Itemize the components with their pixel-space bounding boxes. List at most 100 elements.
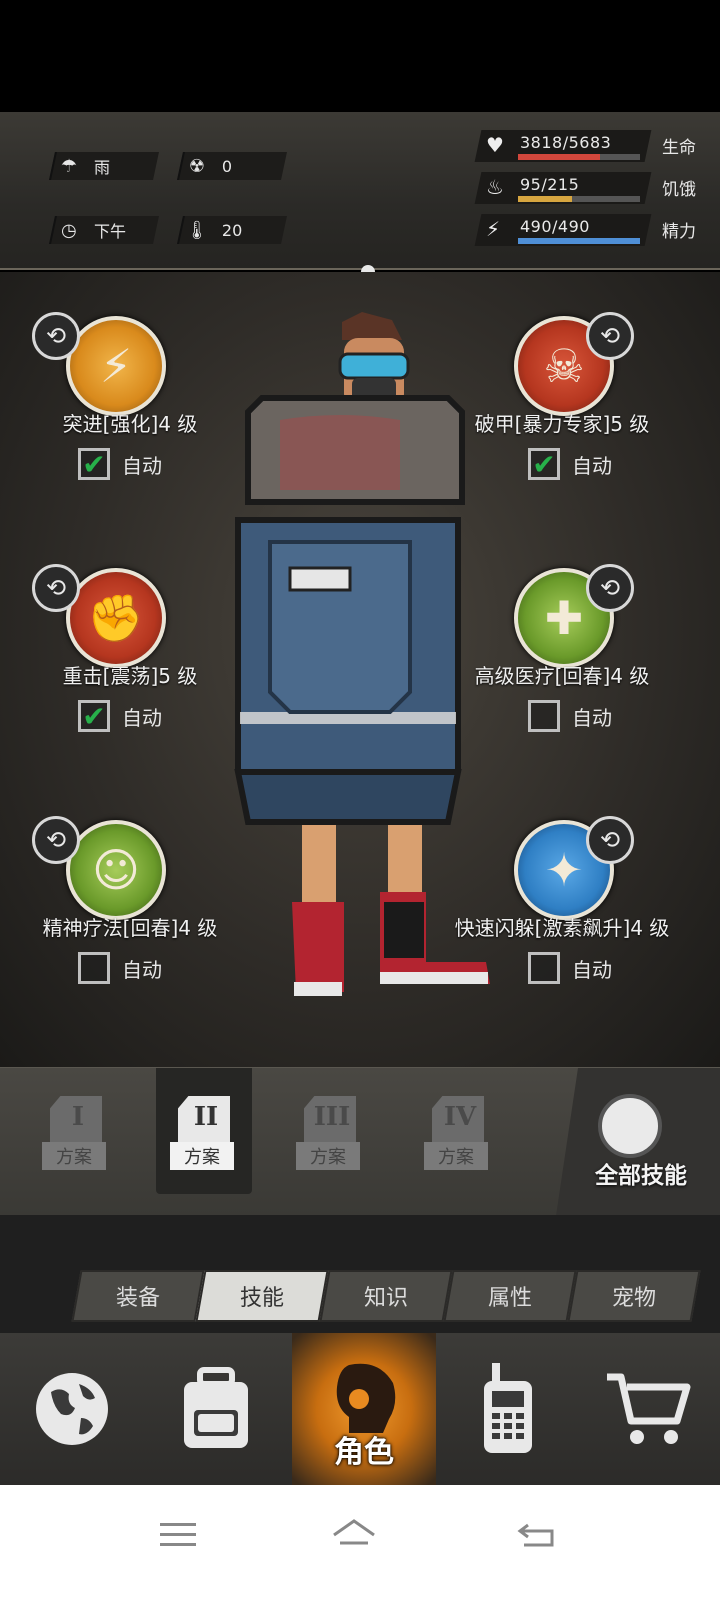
temperature-chip: 🌡 20 bbox=[177, 216, 287, 244]
energy-label: 精力 bbox=[662, 222, 696, 242]
auto-toggle[interactable]: 自动 bbox=[528, 952, 612, 984]
health-label: 生命 bbox=[662, 138, 696, 158]
home-icon[interactable] bbox=[330, 1513, 378, 1557]
tab-knowledge[interactable]: 知识 bbox=[319, 1270, 453, 1322]
swap-icon[interactable]: ⟲ bbox=[32, 816, 80, 864]
tab-label: 知识 bbox=[363, 1286, 408, 1311]
hunger-value: 95/215 bbox=[520, 175, 580, 194]
skill-armor-break[interactable]: ☠ ⟲ 破甲[暴力专家]5 级 ✔ 自动 bbox=[432, 290, 692, 520]
plan-4-button[interactable]: IV 方案 bbox=[424, 1096, 488, 1186]
auto-toggle[interactable]: ✔ 自动 bbox=[78, 448, 162, 481]
skill-plan-bar: I 方案 II 方案 III 方案 IV 方案 全部技能 bbox=[0, 1067, 720, 1216]
nav-radio[interactable] bbox=[436, 1333, 580, 1485]
nav-character[interactable]: 角色 bbox=[292, 1333, 436, 1485]
skill-heavy-strike[interactable]: ✊ ⟲ 重击[震荡]5 级 ✔ 自动 bbox=[0, 542, 260, 772]
globe-icon bbox=[36, 1373, 108, 1445]
swap-icon[interactable]: ⟲ bbox=[32, 312, 80, 360]
skill-name: 突进[强化]4 级 bbox=[62, 412, 198, 436]
plan-numeral: IV bbox=[443, 1102, 477, 1132]
clock-icon: ◷ bbox=[61, 219, 77, 241]
radiation-value: 0 bbox=[222, 156, 233, 176]
tab-pets[interactable]: 宠物 bbox=[567, 1270, 701, 1322]
tab-skills[interactable]: 技能 bbox=[195, 1270, 329, 1322]
energy-bar bbox=[518, 238, 640, 244]
plan-numeral: II bbox=[193, 1102, 219, 1132]
tab-label: 技能 bbox=[239, 1286, 284, 1311]
lightning-icon: ⚡ bbox=[486, 217, 501, 241]
skill-sprint[interactable]: ⚡ ⟲ 突进[强化]4 级 ✔ 自动 bbox=[0, 290, 260, 520]
auto-checkbox[interactable]: ✔ bbox=[78, 448, 110, 481]
bottom-navigation: 角色 bbox=[0, 1333, 720, 1485]
hunger-stat: ♨ 95/215 饥饿 bbox=[474, 172, 713, 204]
skill-name: 快速闪躲[激素飙升]4 级 bbox=[454, 916, 670, 940]
backpack-icon bbox=[184, 1367, 248, 1448]
skills-panel: ⚡ ⟲ 突进[强化]4 级 ✔ 自动 ☠ ⟲ 破甲[暴力专家]5 级 ✔ 自动 … bbox=[0, 272, 720, 1067]
skill-quick-dodge[interactable]: ✦ ⟲ 快速闪躲[激素飙升]4 级 自动 bbox=[432, 794, 692, 1024]
skill-name: 精神疗法[回春]4 级 bbox=[42, 916, 218, 940]
auto-checkbox[interactable] bbox=[528, 700, 560, 732]
menu-icon[interactable] bbox=[154, 1513, 202, 1557]
all-skills-button[interactable]: 全部技能 bbox=[556, 1068, 720, 1216]
hunger-label: 饥饿 bbox=[662, 180, 696, 200]
health-value: 3818/5683 bbox=[520, 133, 612, 152]
skill-mental-therapy[interactable]: ☺ ⟲ 精神疗法[回春]4 级 自动 bbox=[0, 794, 260, 1024]
auto-label: 自动 bbox=[572, 453, 612, 478]
plan-label: 方案 bbox=[42, 1142, 106, 1170]
auto-toggle[interactable]: 自动 bbox=[78, 952, 162, 984]
back-icon[interactable] bbox=[514, 1513, 562, 1557]
auto-label: 自动 bbox=[572, 957, 612, 982]
heavy-strike-icon: ✊ bbox=[66, 568, 166, 668]
plan-label: 方案 bbox=[424, 1142, 488, 1170]
swap-icon[interactable]: ⟲ bbox=[586, 816, 634, 864]
auto-label: 自动 bbox=[122, 705, 162, 730]
auto-checkbox[interactable]: ✔ bbox=[78, 700, 110, 733]
plan-3-button[interactable]: III 方案 bbox=[296, 1096, 360, 1186]
weather-label: 雨 bbox=[94, 158, 111, 177]
plan-numeral: III bbox=[313, 1102, 351, 1132]
health-stat: ♥ 3818/5683 生命 bbox=[474, 130, 713, 162]
swap-icon[interactable]: ⟲ bbox=[586, 312, 634, 360]
auto-toggle[interactable]: 自动 bbox=[528, 700, 612, 732]
health-bar bbox=[518, 154, 640, 160]
swap-icon[interactable]: ⟲ bbox=[32, 564, 80, 612]
radiation-chip: ☢ 0 bbox=[177, 152, 287, 180]
auto-toggle[interactable]: ✔ 自动 bbox=[528, 448, 612, 481]
nav-character-label: 角色 bbox=[334, 1435, 394, 1470]
temperature-value: 20 bbox=[222, 220, 243, 240]
skill-name: 重击[震荡]5 级 bbox=[62, 664, 198, 688]
auto-checkbox[interactable]: ✔ bbox=[528, 448, 560, 481]
nav-backpack[interactable] bbox=[144, 1333, 288, 1485]
hunger-bar bbox=[518, 196, 640, 202]
nav-world[interactable] bbox=[0, 1333, 144, 1485]
tab-label: 宠物 bbox=[611, 1286, 656, 1311]
skill-name: 高级医疗[回春]4 级 bbox=[474, 664, 650, 688]
time-chip: ◷ 下午 bbox=[49, 216, 159, 244]
time-label: 下午 bbox=[94, 222, 127, 241]
plan-2-button[interactable]: II 方案 bbox=[170, 1096, 234, 1186]
meditation-icon: ☺ bbox=[66, 820, 166, 920]
skill-book-search-icon bbox=[598, 1094, 662, 1158]
tab-equipment[interactable]: 装备 bbox=[71, 1270, 205, 1322]
auto-label: 自动 bbox=[122, 957, 162, 982]
tab-attributes[interactable]: 属性 bbox=[443, 1270, 577, 1322]
rain-cloud-icon: ☂ bbox=[60, 155, 78, 177]
system-navigation-bar bbox=[0, 1485, 720, 1600]
swap-icon[interactable]: ⟲ bbox=[586, 564, 634, 612]
shopping-cart-icon bbox=[607, 1373, 691, 1444]
tab-label: 属性 bbox=[487, 1286, 532, 1311]
energy-value: 490/490 bbox=[520, 217, 590, 236]
category-tabs: 装备 技能 知识 属性 宠物 bbox=[0, 1215, 720, 1333]
auto-checkbox[interactable] bbox=[78, 952, 110, 984]
plan-1-button[interactable]: I 方案 bbox=[42, 1096, 106, 1186]
sprint-icon: ⚡ bbox=[66, 316, 166, 416]
auto-label: 自动 bbox=[572, 705, 612, 730]
plan-numeral: I bbox=[71, 1102, 85, 1132]
auto-checkbox[interactable] bbox=[528, 952, 560, 984]
energy-stat: ⚡ 490/490 精力 bbox=[474, 214, 713, 246]
auto-label: 自动 bbox=[122, 453, 162, 478]
skill-advanced-medical[interactable]: ✚ ⟲ 高级医疗[回春]4 级 自动 bbox=[432, 542, 692, 772]
auto-toggle[interactable]: ✔ 自动 bbox=[78, 700, 162, 733]
nav-shop[interactable] bbox=[576, 1333, 720, 1485]
skill-name: 破甲[暴力专家]5 级 bbox=[474, 412, 650, 436]
all-skills-label: 全部技能 bbox=[595, 1163, 687, 1189]
